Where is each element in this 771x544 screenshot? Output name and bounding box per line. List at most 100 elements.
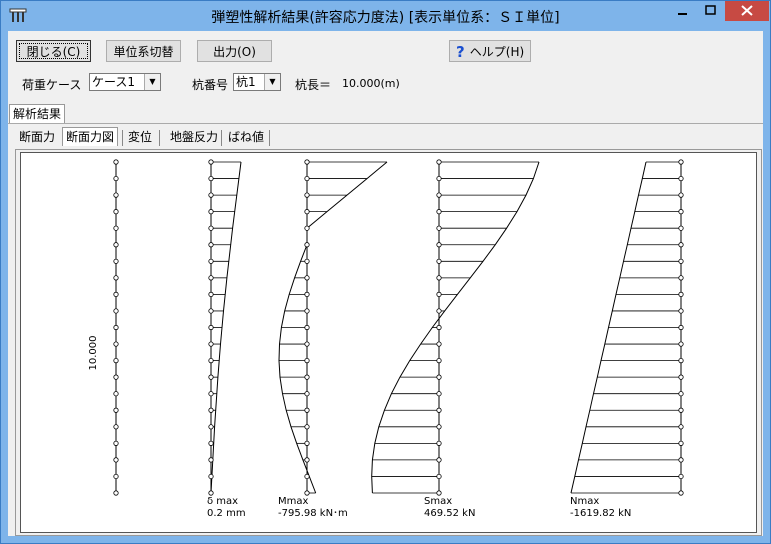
displacement-node [208, 407, 214, 413]
pile-node [113, 341, 119, 347]
close-icon [741, 5, 753, 16]
pile-node [113, 374, 119, 380]
displacement-node [208, 192, 214, 198]
shear-node [436, 258, 442, 264]
minimize-button[interactable] [669, 1, 697, 21]
displacement-node [208, 225, 214, 231]
displacement-node [208, 209, 214, 215]
axial-node [678, 242, 684, 248]
tab-section-force-diagram[interactable]: 断面力図 [62, 127, 119, 146]
minimize-icon [678, 13, 687, 15]
axial-node [678, 424, 684, 430]
displacement-node [208, 275, 214, 281]
tab-ground-reaction[interactable]: 地盤反力 [167, 128, 221, 146]
moment-node [304, 308, 310, 314]
pile-node [113, 242, 119, 248]
moment-node [304, 391, 310, 397]
moment-node [304, 490, 310, 496]
displacement-node [208, 457, 214, 463]
chevron-down-icon: ▼ [144, 74, 160, 90]
shear-node [436, 341, 442, 347]
displacement-node [208, 374, 214, 380]
pile-node [113, 440, 119, 446]
pile-no-select[interactable]: 杭1 ▼ [233, 73, 281, 91]
load-case-select[interactable]: ケース1 ▼ [89, 73, 161, 91]
unit-switch-button[interactable]: 単位系切替 [106, 40, 181, 62]
moment-node [304, 275, 310, 281]
shear-node [436, 175, 442, 182]
shear-node [436, 424, 442, 430]
pile-node [113, 225, 119, 231]
tab-analysis-result[interactable]: 解析結果 [9, 104, 66, 123]
pile-node [113, 490, 119, 496]
close-window-button[interactable] [725, 1, 769, 21]
pile-node [113, 192, 119, 198]
displacement-node [208, 242, 214, 248]
shear-node [436, 192, 442, 198]
displacement-node [208, 424, 214, 430]
axial-node [678, 358, 684, 364]
shear-node [436, 440, 442, 446]
pile-node [113, 275, 119, 281]
pile-node [113, 358, 119, 364]
main-window: 弾塑性解析結果(許容応力度法) [表示単位系：ＳＩ単位] 閉じる(C) 単位系切… [0, 0, 771, 544]
shear-node [436, 358, 442, 364]
axial-node [678, 374, 684, 380]
displacement-node [208, 308, 214, 314]
output-button[interactable]: 出力(O) [197, 40, 272, 62]
caption-name: δ max [207, 496, 238, 507]
displacement-node [208, 358, 214, 364]
pile-node [113, 473, 119, 480]
pile-length-value: 10.000(m) [342, 77, 400, 90]
caption-name: Mmax [278, 496, 308, 507]
shear-node [436, 490, 442, 496]
load-case-label: 荷重ケース [22, 78, 82, 92]
maximize-button[interactable] [697, 1, 725, 21]
caption-value: -1619.82 kN [570, 508, 631, 519]
moment-node [304, 209, 310, 215]
moment-node [304, 324, 310, 331]
shear-node [436, 209, 442, 215]
pile-node [113, 308, 119, 314]
help-button[interactable]: ? ヘルプ(H) [449, 40, 531, 62]
tab-separator [122, 130, 123, 146]
axial-node [678, 457, 684, 463]
pile-no-label: 杭番号 [192, 78, 229, 92]
tab-separator [269, 130, 270, 146]
displacement-node [208, 440, 214, 446]
displacement-node [208, 391, 214, 397]
axial-node [678, 440, 684, 446]
pile-length-label: 杭長＝ [295, 78, 332, 92]
tab-displacement[interactable]: 変位 [125, 128, 155, 146]
client-area: 閉じる(C) 単位系切替 出力(O) ? ヘルプ(H) 荷重ケース ケース1 ▼… [8, 31, 763, 536]
moment-node [304, 192, 310, 198]
displacement-node [208, 473, 214, 480]
displacement-node [208, 490, 214, 496]
moment-node [304, 374, 310, 380]
pile-no-value: 杭1 [236, 75, 256, 89]
close-button[interactable]: 閉じる(C) [16, 40, 91, 62]
pile-node [113, 209, 119, 215]
caption-value: -795.98 kN･m [278, 508, 348, 519]
moment-node [304, 440, 310, 446]
axial-node [678, 473, 684, 480]
diagram-panel: 10.000 δ max 0.2 mm Mmax -795.98 kN･m Sm… [15, 149, 762, 536]
tab-section-force[interactable]: 断面力 [16, 128, 58, 146]
axial-node [678, 324, 684, 331]
pile-node [113, 391, 119, 397]
pile-node [113, 324, 119, 331]
shear-node [436, 374, 442, 380]
axial-node [678, 291, 684, 297]
tab-separator [221, 130, 222, 146]
pile-node [113, 407, 119, 413]
moment-node [304, 407, 310, 413]
axial-node [678, 275, 684, 281]
pile-node [113, 291, 119, 297]
tab-spring-value[interactable]: ばね値 [225, 128, 267, 146]
tab-divider [8, 123, 763, 124]
displacement-node [208, 341, 214, 347]
axial-node [678, 159, 684, 165]
tab-separator [159, 130, 160, 146]
axial-node [678, 192, 684, 198]
title-bar[interactable]: 弾塑性解析結果(許容応力度法) [表示単位系：ＳＩ単位] [1, 1, 770, 31]
